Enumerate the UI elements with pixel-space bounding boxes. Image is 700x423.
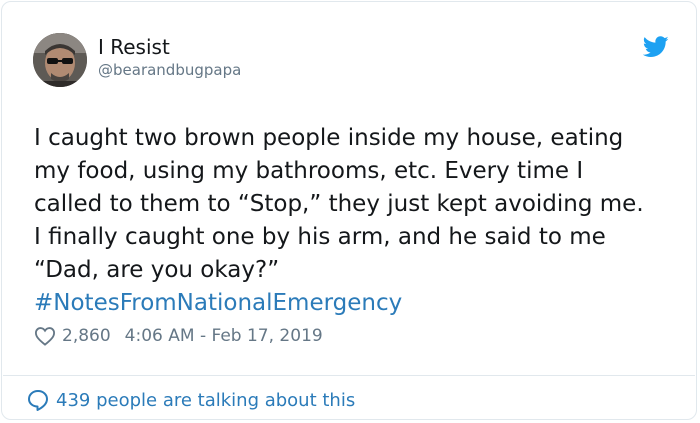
divider — [3, 375, 695, 376]
tweet-card: I Resist @bearandbugpapa I caught two br… — [1, 1, 697, 420]
tweet-text: I caught two brown people inside my hous… — [34, 125, 644, 283]
talking-label: 439 people are talking about this — [56, 389, 356, 411]
hashtag-link[interactable]: #NotesFromNationalEmergency — [34, 287, 402, 320]
twitter-bird-icon[interactable] — [643, 36, 669, 58]
author-name[interactable]: I Resist — [98, 35, 170, 59]
speech-bubble-icon — [28, 390, 48, 411]
talking-link[interactable]: 439 people are talking about this — [26, 386, 355, 414]
like-count[interactable]: 2,860 — [62, 326, 111, 346]
timestamp[interactable]: 4:06 AM - Feb 17, 2019 — [125, 326, 323, 346]
heart-icon[interactable] — [34, 326, 56, 346]
avatar[interactable] — [33, 33, 87, 87]
avatar-photo-icon — [33, 33, 87, 87]
tweet-meta: 2,860 4:06 AM - Feb 17, 2019 — [34, 322, 323, 350]
author-handle[interactable]: @bearandbugpapa — [98, 61, 241, 79]
